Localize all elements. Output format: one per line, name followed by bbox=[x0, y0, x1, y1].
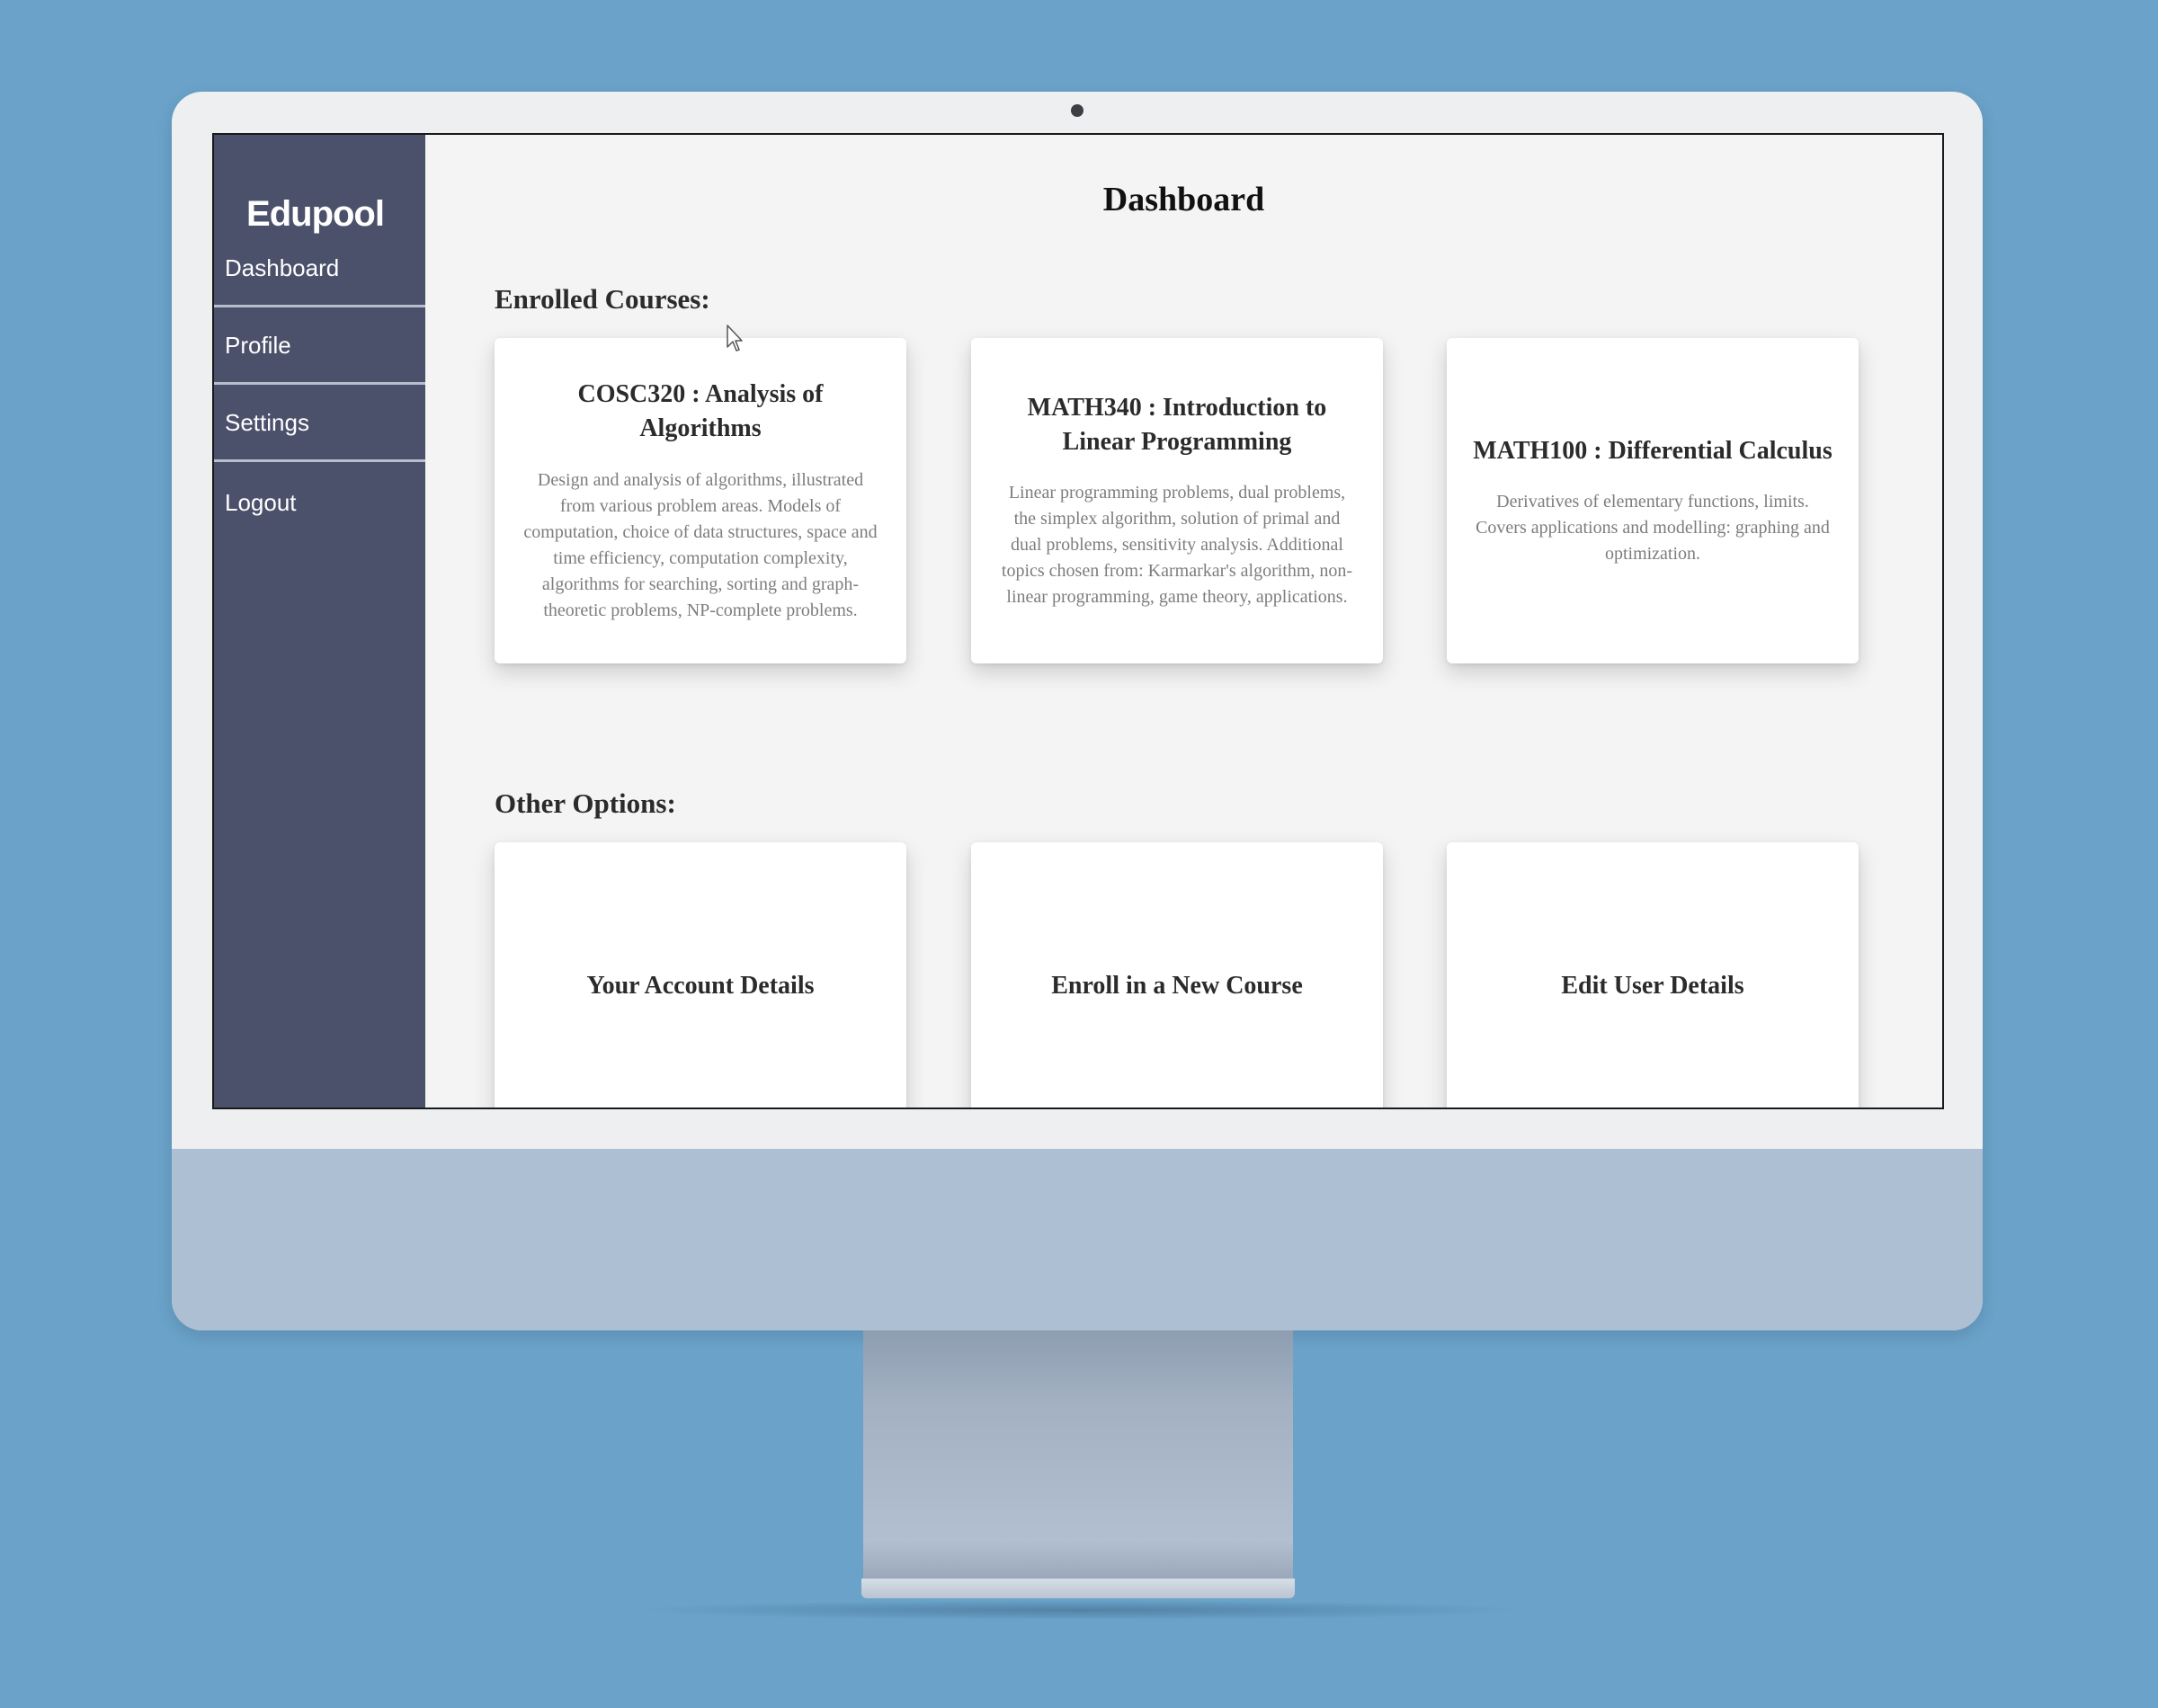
stand-shadow bbox=[629, 1600, 1529, 1620]
account-details-card[interactable]: Your Account Details bbox=[495, 842, 906, 1108]
course-description: Linear programming problems, dual proble… bbox=[1001, 483, 1353, 608]
monitor-frame: Edupool Dashboard Profile Settings Logou… bbox=[172, 92, 1983, 1330]
monitor-stand-base bbox=[861, 1579, 1295, 1598]
course-card[interactable]: COSC320 : Analysis of Algorithms Design … bbox=[495, 338, 906, 663]
monitor-stand bbox=[863, 1330, 1293, 1579]
screen: Edupool Dashboard Profile Settings Logou… bbox=[212, 133, 1944, 1109]
sidebar-item-dashboard[interactable]: Dashboard bbox=[214, 232, 425, 307]
sidebar-item-logout[interactable]: Logout bbox=[214, 465, 425, 540]
enrolled-courses-heading: Enrolled Courses: bbox=[495, 283, 710, 315]
mouse-pointer-icon bbox=[727, 325, 743, 351]
edit-user-details-card[interactable]: Edit User Details bbox=[1447, 842, 1859, 1108]
course-description: Derivatives of elementary functions, lim… bbox=[1476, 492, 1830, 565]
course-card[interactable]: MATH340 : Introduction to Linear Program… bbox=[971, 338, 1383, 663]
course-title: MATH340 : Introduction to Linear Program… bbox=[1027, 393, 1327, 456]
course-title: MATH100 : Differential Calculus bbox=[1473, 436, 1833, 465]
page-title: Dashboard bbox=[1102, 181, 1265, 218]
camera-icon bbox=[1071, 104, 1083, 117]
sidebar-item-settings[interactable]: Settings bbox=[214, 387, 425, 462]
course-description: Design and analysis of algorithms, illus… bbox=[523, 469, 878, 620]
enroll-course-card[interactable]: Enroll in a New Course bbox=[971, 842, 1383, 1108]
sidebar: Edupool Dashboard Profile Settings Logou… bbox=[214, 135, 425, 1108]
other-options-heading: Other Options: bbox=[495, 787, 676, 819]
course-card[interactable]: MATH100 : Differential Calculus Derivati… bbox=[1447, 338, 1859, 663]
sidebar-item-profile[interactable]: Profile bbox=[214, 309, 425, 385]
brand-logo: Edupool bbox=[246, 194, 385, 234]
course-title: COSC320 : Analysis of Algorithms bbox=[577, 380, 824, 442]
monitor-chin bbox=[172, 1149, 1983, 1330]
